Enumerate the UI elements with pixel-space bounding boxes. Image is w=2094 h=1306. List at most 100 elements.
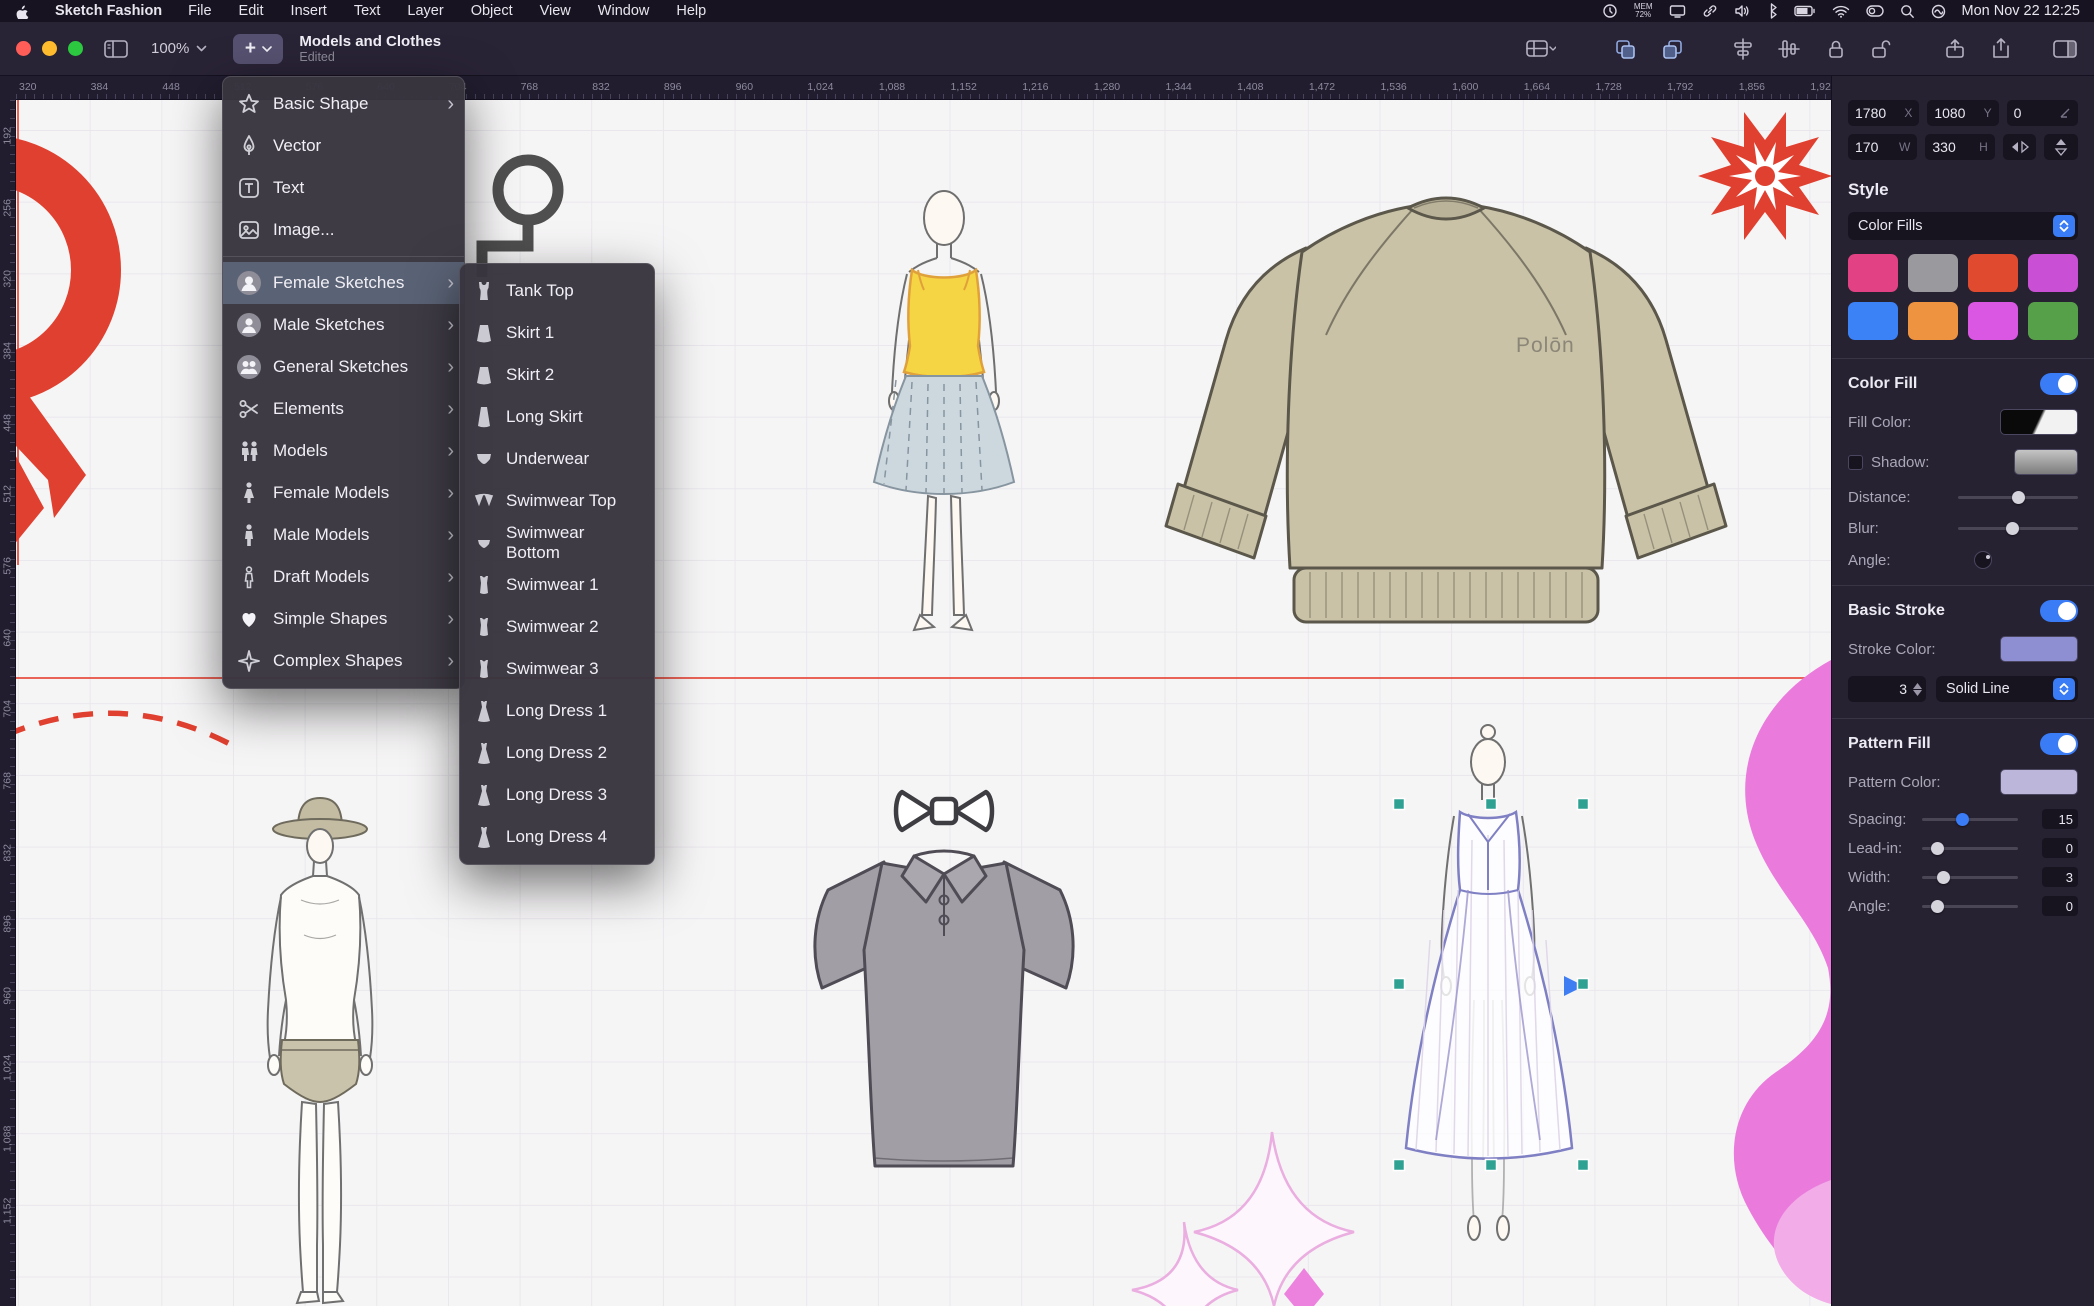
display-icon[interactable] (1669, 4, 1686, 19)
submenu-item[interactable]: Swimwear Top (460, 480, 654, 522)
pattern-angle-slider[interactable] (1922, 905, 2018, 908)
menu-item-complex-shapes[interactable]: Complex Shapes › (223, 640, 464, 682)
submenu-item[interactable]: Skirt 2 (460, 354, 654, 396)
starburst-shape[interactable] (1698, 112, 1831, 240)
sidebar-toggle-icon[interactable] (103, 38, 129, 60)
wifi-icon[interactable] (1832, 5, 1850, 18)
bow-tie-shape[interactable] (896, 792, 992, 830)
inspector-toggle-icon[interactable] (2052, 38, 2078, 60)
pattern-color-swatch[interactable] (2000, 769, 2078, 795)
export-icon[interactable] (1944, 38, 1966, 60)
align-horizontal-icon[interactable] (1732, 38, 1754, 60)
control-center-icon[interactable] (1866, 5, 1884, 17)
memory-indicator[interactable]: MEM72% (1634, 3, 1653, 19)
y-position-field[interactable]: 1080Y (1927, 100, 1998, 126)
menubar-menu-item[interactable]: View (540, 3, 571, 19)
submenu-item[interactable]: Tank Top (460, 270, 654, 312)
polo-shirt-shape[interactable] (815, 851, 1073, 1166)
bluetooth-icon[interactable] (1766, 3, 1778, 19)
submenu-item[interactable]: Long Dress 4 (460, 816, 654, 858)
minimize-window-button[interactable] (42, 41, 57, 56)
color-fill-toggle[interactable] (2040, 373, 2078, 395)
pink-blob-shape[interactable] (1734, 660, 1831, 1304)
dashed-arc-shape[interactable] (16, 713, 241, 750)
color-swatch[interactable] (1848, 254, 1898, 292)
menu-item-female-sketches[interactable]: Female Sketches › (223, 262, 464, 304)
basic-stroke-toggle[interactable] (2040, 600, 2078, 622)
angle-dial[interactable] (1974, 551, 1992, 569)
line-style-select[interactable]: Solid Line (1936, 676, 2078, 702)
menu-item-male-sketches[interactable]: Male Sketches › (223, 304, 464, 346)
shadow-color-swatch[interactable] (2014, 449, 2078, 475)
distance-slider[interactable] (1958, 496, 2078, 499)
color-swatch[interactable] (1848, 302, 1898, 340)
submenu-item[interactable]: Underwear (460, 438, 654, 480)
menubar-menu-item[interactable]: Insert (291, 3, 327, 19)
submenu-item[interactable]: Swimwear 1 (460, 564, 654, 606)
menu-item-models[interactable]: Models › (223, 430, 464, 472)
fill-color-swatch[interactable] (2000, 409, 2078, 435)
flip-vertical-button[interactable] (2044, 134, 2078, 160)
menu-item-basic-shape[interactable]: Basic Shape › (223, 83, 464, 125)
key-shape[interactable] (482, 160, 558, 277)
close-window-button[interactable] (16, 41, 31, 56)
pattern-width-slider[interactable] (1922, 876, 2018, 879)
menubar-menu-item[interactable]: Edit (239, 3, 264, 19)
lead-in-slider[interactable] (1922, 847, 2018, 850)
menu-item-male-models[interactable]: Male Models › (223, 514, 464, 556)
lead-in-value[interactable]: 0 (2042, 838, 2078, 858)
color-swatch[interactable] (2028, 302, 2078, 340)
male-model-sketch[interactable] (268, 798, 373, 1303)
menu-item-image[interactable]: Image... (223, 209, 464, 251)
color-swatch[interactable] (1968, 254, 2018, 292)
menu-item-general-sketches[interactable]: General Sketches › (223, 346, 464, 388)
submenu-item[interactable]: Long Skirt (460, 396, 654, 438)
color-swatch[interactable] (2028, 254, 2078, 292)
sweatshirt-shape[interactable]: Polōn (1166, 198, 1726, 622)
height-field[interactable]: 330H (1925, 134, 1994, 160)
menubar-menu-item[interactable]: File (188, 3, 211, 19)
lock-icon[interactable] (1826, 38, 1846, 60)
submenu-item[interactable]: Skirt 1 (460, 312, 654, 354)
paste-style-icon[interactable] (1662, 38, 1684, 60)
female-sketch-tank-skirt[interactable] (874, 191, 1014, 630)
stroke-width-stepper[interactable]: 3 (1848, 676, 1926, 702)
menu-item-vector[interactable]: Vector (223, 125, 464, 167)
insert-button[interactable]: + (233, 34, 283, 64)
spacing-slider[interactable] (1922, 818, 2018, 821)
submenu-item[interactable]: Long Dress 3 (460, 774, 654, 816)
menu-item-elements[interactable]: Elements › (223, 388, 464, 430)
award-ribbon-shape[interactable] (16, 160, 96, 552)
color-swatch[interactable] (1908, 302, 1958, 340)
rotation-field[interactable]: 0 (2007, 100, 2078, 126)
stroke-color-swatch[interactable] (2000, 636, 2078, 662)
menubar-menu-item[interactable]: Window (598, 3, 650, 19)
spacing-value[interactable]: 15 (2042, 809, 2078, 829)
share-icon[interactable] (1990, 38, 2012, 60)
menubar-menu-item[interactable]: Object (471, 3, 513, 19)
menubar-clock[interactable]: Mon Nov 22 12:25 (1962, 3, 2081, 19)
submenu-item[interactable]: Swimwear 3 (460, 648, 654, 690)
menubar-menu-item[interactable]: Layer (407, 3, 443, 19)
shadow-checkbox[interactable]: Shadow: (1848, 454, 1929, 471)
align-vertical-icon[interactable] (1778, 38, 1800, 60)
apple-menu-icon[interactable] (14, 4, 29, 19)
zoom-control[interactable]: 100% (151, 40, 207, 57)
submenu-item[interactable]: Swimwear 2 (460, 606, 654, 648)
pattern-angle-value[interactable]: 0 (2042, 896, 2078, 916)
pattern-width-value[interactable]: 3 (2042, 867, 2078, 887)
spotlight-icon[interactable] (1900, 4, 1915, 19)
sparkle-shapes[interactable] (1132, 1132, 1354, 1306)
unlock-icon[interactable] (1870, 38, 1892, 60)
fills-type-select[interactable]: Color Fills (1848, 212, 2078, 240)
width-field[interactable]: 170W (1848, 134, 1917, 160)
volume-icon[interactable] (1734, 4, 1750, 18)
color-swatch[interactable] (1908, 254, 1958, 292)
menubar-menu-item[interactable]: Help (676, 3, 706, 19)
siri-icon[interactable] (1931, 4, 1946, 19)
color-swatch[interactable] (1968, 302, 2018, 340)
view-options-icon[interactable] (1526, 38, 1556, 60)
zoom-window-button[interactable] (68, 41, 83, 56)
timer-icon[interactable] (1602, 3, 1618, 19)
submenu-item[interactable]: Long Dress 1 (460, 690, 654, 732)
